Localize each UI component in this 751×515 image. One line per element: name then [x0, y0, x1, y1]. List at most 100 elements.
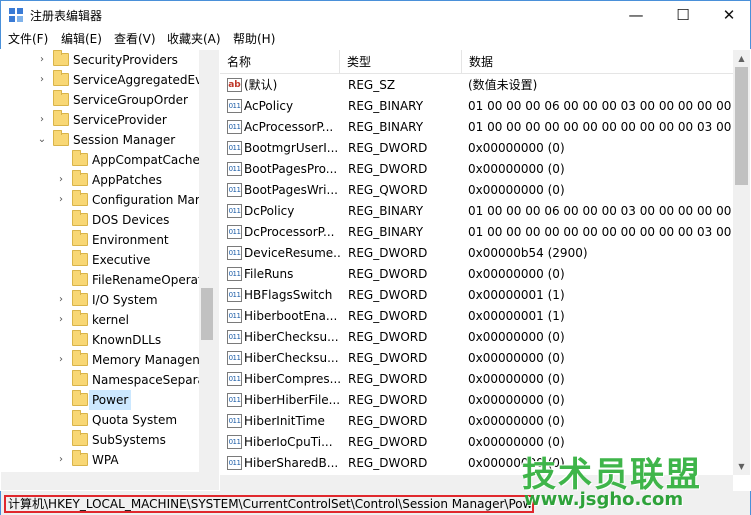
value-row[interactable]: 011 HiberChecksu... REG_DWORD 0x00000000 (0… [220, 348, 733, 369]
value-data: 0x00000000 (0) [468, 141, 565, 155]
binary-value-icon: 011 [227, 435, 242, 449]
list-scroll-thumb[interactable] [735, 67, 748, 185]
value-row[interactable]: 011 AcProcessorP... REG_BINARY 01 00 00 00 … [220, 117, 733, 138]
tree-item[interactable]: ⌄ Session Manager [1, 130, 199, 150]
tree-item[interactable]: Environment [1, 230, 199, 250]
tree-item[interactable]: › Memory Managen [1, 350, 200, 370]
value-row[interactable]: 011 HiberbootEna... REG_DWORD 0x00000001 (1… [220, 306, 733, 327]
value-type: REG_DWORD [348, 246, 428, 260]
expand-arrow-icon[interactable]: › [37, 70, 47, 90]
value-name: HiberCompres... [244, 372, 340, 386]
tree-item[interactable]: › SecurityProviders [1, 50, 199, 70]
menu-file[interactable]: 文件(F) [8, 30, 48, 47]
expand-arrow-icon[interactable]: › [56, 170, 66, 190]
value-row[interactable]: 011 HiberCompres... REG_DWORD 0x00000000 (0… [220, 369, 733, 390]
tree-item[interactable]: AppCompatCache [1, 150, 200, 170]
value-row[interactable]: 011 HiberInitTime REG_DWORD 0x00000000 (0) [220, 411, 733, 432]
tree-item[interactable]: › AppPatches [1, 170, 199, 190]
folder-icon [53, 50, 69, 66]
value-row[interactable]: 011 BootPagesWri... REG_QWORD 0x00000000 (0… [220, 180, 733, 201]
value-row[interactable]: 011 FileRuns REG_DWORD 0x00000000 (0) [220, 264, 733, 285]
registry-tree[interactable]: › SecurityProviders › ServiceAggregatedEv Se… [1, 50, 215, 490]
tree-item[interactable]: › Configuration Mar [1, 190, 200, 210]
binary-value-icon: 011 [227, 351, 242, 365]
value-row[interactable]: 011 AcPolicy REG_BINARY 01 00 00 00 06 00 0… [220, 96, 733, 117]
tree-item[interactable]: FileRenameOperat [1, 270, 203, 290]
scroll-up-arrow-icon[interactable]: ▲ [733, 50, 750, 67]
expand-arrow-icon[interactable]: › [56, 190, 66, 210]
expand-arrow-icon[interactable]: › [37, 50, 47, 70]
binary-value-icon: 011 [227, 246, 242, 260]
value-row[interactable]: 011 BootmgrUserI... REG_DWORD 0x00000000 (0… [220, 138, 733, 159]
column-name-header[interactable]: 名称 [220, 50, 340, 74]
pane-splitter[interactable] [215, 50, 219, 490]
value-name: HiberbootEna... [244, 309, 338, 323]
tree-item-label: AppCompatCache [92, 153, 200, 167]
value-name: FileRuns [244, 267, 294, 281]
tree-item-label: SubSystems [92, 433, 166, 447]
tree-vertical-scrollbar[interactable] [199, 50, 215, 472]
value-name: BootPagesWri... [244, 183, 338, 197]
tree-item[interactable]: Quota System [1, 410, 199, 430]
binary-value-icon: 011 [227, 267, 242, 281]
value-data: 0x00000000 (0) [468, 162, 565, 176]
maximize-button[interactable]: ☐ [660, 1, 706, 29]
folder-icon [53, 130, 69, 146]
menu-favorites[interactable]: 收藏夹(A) [167, 30, 221, 47]
expand-arrow-icon[interactable]: › [56, 310, 66, 330]
value-row[interactable]: 011 DcProcessorP... REG_BINARY 01 00 00 00 … [220, 222, 733, 243]
tree-item[interactable]: › ServiceProvider [1, 110, 199, 130]
value-type: REG_DWORD [348, 372, 428, 386]
close-button[interactable]: ✕ [706, 1, 751, 29]
tree-item[interactable]: Executive [1, 250, 199, 270]
tree-item-label: Session Manager [73, 133, 176, 147]
tree-item-label: Environment [92, 233, 169, 247]
expand-arrow-icon[interactable]: › [56, 350, 66, 370]
menu-edit[interactable]: 编辑(E) [61, 30, 102, 47]
value-row[interactable]: 011 HiberChecksu... REG_DWORD 0x00000000 (0… [220, 327, 733, 348]
tree-item[interactable]: DOS Devices [1, 210, 199, 230]
value-row[interactable]: 011 DcPolicy REG_BINARY 01 00 00 00 06 00 0… [220, 201, 733, 222]
value-name: BootPagesPro... [244, 162, 338, 176]
tree-item[interactable]: SubSystems [1, 430, 199, 450]
tree-item[interactable]: Power [1, 390, 199, 410]
binary-value-icon: 011 [227, 141, 242, 155]
column-data-header[interactable]: 数据 [462, 50, 733, 74]
expand-arrow-icon[interactable]: › [56, 290, 66, 310]
folder-icon [72, 290, 88, 306]
tree-item[interactable]: NamespaceSepara [1, 370, 205, 390]
value-data: 0x00000b54 (2900) [468, 246, 588, 260]
value-row[interactable]: ab (默认) REG_SZ (数值未设置) [220, 75, 733, 96]
binary-value-icon: 011 [227, 99, 242, 113]
tree-horizontal-scrollbar[interactable] [1, 472, 215, 490]
value-type: REG_DWORD [348, 351, 428, 365]
value-row[interactable]: 011 HBFlagsSwitch REG_DWORD 0x00000001 (1) [220, 285, 733, 306]
tree-item[interactable]: › I/O System [1, 290, 199, 310]
expand-arrow-icon[interactable]: › [56, 450, 66, 470]
value-data: (数值未设置) [468, 78, 538, 92]
binary-value-icon: 011 [227, 456, 242, 470]
tree-item[interactable]: › WPA [1, 450, 199, 470]
folder-icon [53, 110, 69, 126]
value-row[interactable]: 011 BootPagesPro... REG_DWORD 0x00000000 (0… [220, 159, 733, 180]
minimize-button[interactable]: — [613, 1, 659, 29]
column-type-header[interactable]: 类型 [340, 50, 462, 74]
list-vertical-scrollbar[interactable]: ▲ ▼ [733, 50, 750, 475]
value-type: REG_DWORD [348, 330, 428, 344]
tree-item[interactable]: › kernel [1, 310, 199, 330]
value-row[interactable]: 011 DeviceResume... REG_DWORD 0x00000b54 (2… [220, 243, 733, 264]
menu-bar: 文件(F) 编辑(E) 查看(V) 收藏夹(A) 帮助(H) [0, 28, 751, 49]
tree-item[interactable]: ServiceGroupOrder [1, 90, 199, 110]
menu-help[interactable]: 帮助(H) [233, 30, 275, 47]
tree-item[interactable]: › ServiceAggregatedEv [1, 70, 202, 90]
tree-scroll-thumb[interactable] [201, 288, 213, 340]
value-name: HiberSharedB... [244, 456, 339, 470]
expand-arrow-icon[interactable]: › [37, 110, 47, 130]
menu-view[interactable]: 查看(V) [114, 30, 156, 47]
folder-icon [72, 310, 88, 326]
tree-item[interactable]: KnownDLLs [1, 330, 199, 350]
value-type: REG_DWORD [348, 267, 428, 281]
value-type: REG_BINARY [348, 99, 424, 113]
collapse-arrow-icon[interactable]: ⌄ [37, 130, 47, 150]
value-row[interactable]: 011 HiberHiberFile... REG_DWORD 0x00000000 … [220, 390, 733, 411]
